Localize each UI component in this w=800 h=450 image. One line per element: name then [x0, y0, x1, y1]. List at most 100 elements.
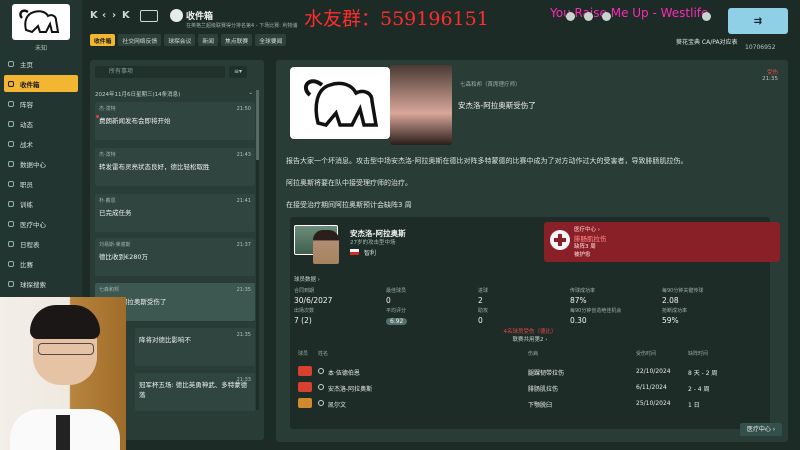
inbox-message[interactable]: 降将对德比影响不 21:35	[135, 328, 255, 366]
stat-value: 0	[478, 316, 483, 325]
message-subject: 转发雷布灵亮状态良好，德比轻松取胜	[99, 163, 210, 171]
continue-button[interactable]: ⇉	[728, 8, 788, 34]
menu-icon[interactable]	[702, 12, 711, 21]
column-header: 伤病	[528, 351, 539, 357]
list-scrollbar[interactable]	[256, 90, 259, 410]
injury-list-link[interactable]: 联赛共用第2 ›	[290, 335, 770, 343]
filter-button[interactable]: ≡▾	[229, 66, 247, 78]
message-title: 安杰洛-阿拉奥斯受伤了	[458, 101, 536, 110]
sidebar-item-medical[interactable]: 医疗中心	[4, 215, 78, 232]
injury-date: 6/11/2024	[636, 384, 667, 391]
message-time: 21:50	[236, 106, 251, 112]
position-tag	[298, 382, 312, 392]
sidebar-item-scouting[interactable]: 球探搜索	[4, 275, 78, 292]
sidebar-item-tactics[interactable]: 战术	[4, 135, 78, 152]
club-crest-image	[290, 67, 390, 139]
inbox-message[interactable]: 杰·泼特 转发雷布灵亮状态良好，德比轻松取胜 21:43	[95, 148, 255, 186]
forward-arrow-icon[interactable]: K	[122, 10, 130, 21]
date-group-header[interactable]: 2024年11月6日星期三(14条消息) ⌄	[95, 90, 255, 98]
stat-cell: 抢断成功率 59%	[662, 307, 742, 325]
stat-value: 0.30	[570, 316, 587, 325]
medical-center-button[interactable]: 医疗中心 ›	[740, 423, 782, 436]
stat-value: 87%	[570, 296, 587, 305]
inbox-icon[interactable]	[140, 10, 158, 22]
sidebar-item-competitions[interactable]: 比赛	[4, 255, 78, 272]
injury-duration: 1 日	[688, 402, 700, 409]
history-forward-icon[interactable]: ›	[112, 10, 116, 21]
message-paragraph: 在接受治疗期间阿拉奥斯预计会缺阵3 周	[286, 201, 412, 209]
people-icon	[8, 120, 14, 127]
injury-duration: 2 - 4 周	[688, 386, 710, 393]
player-status-icon	[318, 400, 324, 406]
stat-cell: 助攻 0	[478, 307, 558, 325]
table-row[interactable]: 安杰洛-阿拉奥斯 腓肠肌拉伤 6/11/2024 2 - 4 周	[298, 381, 762, 395]
stat-cell: 传球成功率 87%	[570, 287, 650, 305]
sidebar-item-label: 日程表	[20, 240, 40, 249]
club-logo[interactable]	[12, 4, 70, 40]
sidebar-item-label: 训练	[20, 200, 33, 209]
sidebar-item-label: 数据中心	[20, 160, 46, 169]
stat-cell: 平均评分 6.92	[386, 307, 466, 325]
column-header: 受伤时间	[636, 351, 657, 357]
stat-label: 合同到期	[294, 288, 315, 294]
sender-role: 七森和邦（首席理疗师）	[460, 82, 521, 88]
tab-social-feedback[interactable]: 社交网络反馈	[118, 34, 162, 46]
message-time: 21:35	[762, 76, 778, 82]
sidebar-item-inbox[interactable]: 收件箱	[4, 75, 78, 92]
medical-center-link[interactable]: 医疗中心 ›	[574, 225, 600, 233]
back-arrow-icon[interactable]: K	[90, 10, 98, 21]
sidebar-item-label: 职员	[20, 180, 33, 189]
player-stats-link[interactable]: 球员数据 ›	[294, 275, 320, 283]
scrollbar-thumb[interactable]	[256, 90, 259, 160]
search-input[interactable]: 所有事项	[95, 66, 225, 78]
sidebar-item-squad[interactable]: 阵容	[4, 95, 78, 112]
stat-value: 59%	[662, 316, 679, 325]
inbox-message[interactable]: 杰·泼特 费朗新闻发布会即将开始 21:50	[95, 102, 255, 140]
notification-icon[interactable]	[602, 12, 611, 21]
injured-player-name: 安杰洛-阿拉奥斯	[328, 386, 373, 393]
sidebar-item-dynamics[interactable]: 动态	[4, 115, 78, 132]
message-time: 21:35	[236, 287, 251, 293]
webcam-tie	[56, 415, 70, 450]
history-back-icon[interactable]: ‹	[102, 10, 106, 21]
inbox-tabs: 收件箱 社交网络反馈 球探会议 新闻 焦点联赛 全球要闻	[90, 34, 287, 46]
inbox-message[interactable]: 冠军杯五场: 德比英勇神武、多特蒙德落 21:33	[135, 373, 255, 411]
player-face	[313, 230, 339, 264]
whistle-icon	[8, 200, 14, 207]
sidebar-item-label: 医疗中心	[20, 220, 46, 229]
injury-date: 22/10/2024	[636, 368, 671, 375]
chevron-down-icon: ⌄	[248, 90, 253, 96]
person-icon	[8, 180, 14, 187]
settings-icon[interactable]	[584, 12, 593, 21]
tab-news[interactable]: 新闻	[198, 34, 219, 46]
message-paragraph: 阿拉奥斯将要在队中接受理疗师的治疗。	[286, 179, 412, 187]
sidebar-item-staff[interactable]: 职员	[4, 175, 78, 192]
category-icon	[170, 9, 183, 22]
tab-focus-league[interactable]: 焦点联赛	[221, 34, 253, 46]
sidebar-item-label: 球探搜索	[20, 280, 46, 289]
injury-duration: 缺阵3 周	[574, 244, 596, 250]
message-subject: 降将对德比影响不	[139, 336, 191, 344]
tab-world-news[interactable]: 全球要闻	[255, 34, 287, 46]
inbox-message[interactable]: 朴·戴恩 已完成任务 21:41	[95, 194, 255, 232]
message-time: 21:33	[236, 377, 251, 383]
table-row[interactable]: 凯尔文 下颚脱臼 25/10/2024 1 日	[298, 397, 762, 411]
search-icon[interactable]	[566, 12, 575, 21]
stream-overlay-qq-group: 水友群：559196151	[304, 8, 489, 30]
tab-inbox[interactable]: 收件箱	[90, 34, 116, 46]
injured-player-name: 凯尔文	[328, 402, 347, 409]
table-row[interactable]: 本·伍德伯恩 腿踝韧带拉伤 22/10/2024 8 天 - 2 周	[298, 365, 762, 379]
medical-summary[interactable]: 医疗中心 › 腓肠肌拉伤 缺阵3 周 被护愈	[544, 222, 780, 262]
sidebar-item-home[interactable]: 主页	[4, 55, 78, 72]
tab-scout-meeting[interactable]: 球探会议	[164, 34, 196, 46]
sidebar-item-schedule[interactable]: 日程表	[4, 235, 78, 252]
sidebar-item-training[interactable]: 训练	[4, 195, 78, 212]
webcam-glasses	[38, 343, 94, 355]
message-sender: 杰·泼特	[99, 106, 116, 112]
injury-type: 下颚脱臼	[528, 402, 553, 409]
sidebar-item-label: 阵容	[20, 100, 33, 109]
player-photo[interactable]	[294, 225, 339, 264]
calendar-icon	[8, 240, 14, 247]
inbox-message[interactable]: 刘易斯·莱谢斯 德比收到€280万 21:37	[95, 238, 255, 276]
sidebar-item-data-hub[interactable]: 数据中心	[4, 155, 78, 172]
